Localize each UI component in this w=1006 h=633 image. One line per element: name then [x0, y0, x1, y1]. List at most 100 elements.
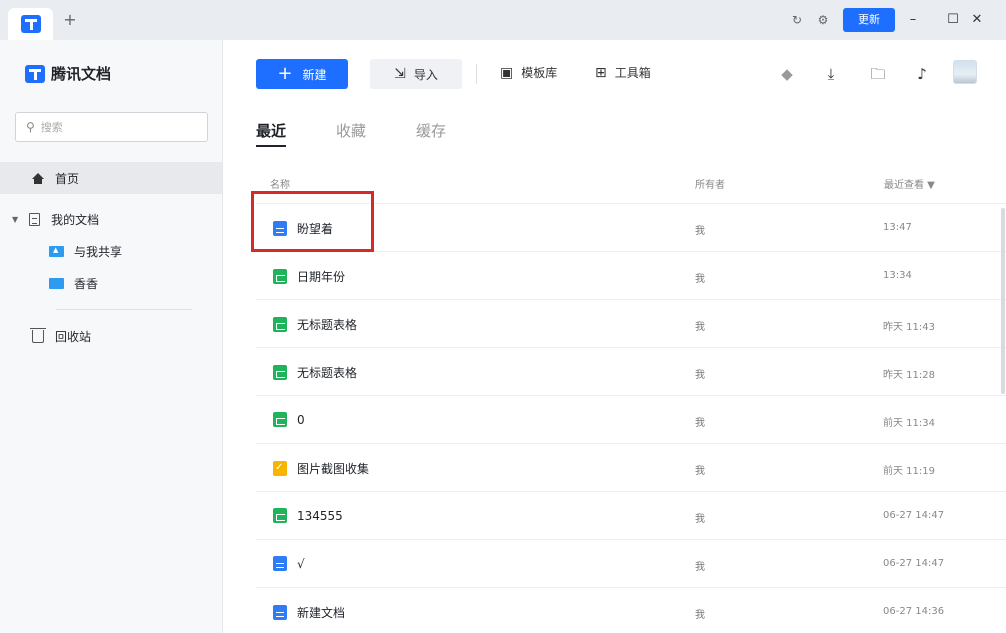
new-button[interactable]: + 新建 [256, 59, 348, 89]
import-button-label: 导入 [413, 67, 438, 82]
sidebar-item-trash[interactable]: 回收站 [30, 328, 91, 345]
trash-icon [30, 328, 46, 344]
file-owner: 我 [695, 322, 705, 333]
file-last-viewed: 13:47 [883, 222, 912, 233]
file-name-cell[interactable]: 图片截图收集 [273, 460, 369, 477]
file-owner: 我 [695, 610, 705, 621]
sidebar-item-label: 与我共享 [74, 245, 123, 259]
file-name-cell[interactable]: 134555 [273, 508, 343, 523]
collect-form-icon [273, 461, 287, 476]
table-row[interactable]: 134555 我 06-27 14:47 [256, 491, 1006, 539]
file-name-cell[interactable]: √ [273, 556, 305, 571]
table-row[interactable]: 日期年份 我 13:34 [256, 251, 1006, 299]
sidebar-item-my-docs[interactable]: ▼ 我的文档 [12, 211, 99, 228]
search-input[interactable] [40, 120, 191, 134]
chevron-down-icon[interactable]: ▼ [12, 215, 18, 224]
file-name-cell[interactable]: 日期年份 [273, 268, 345, 285]
red-highlight-box [251, 191, 374, 252]
file-last-viewed: 06-27 14:36 [883, 606, 945, 617]
file-last-viewed: 06-27 14:47 [883, 510, 945, 521]
column-header-last-viewed[interactable]: 最近查看 ▼ [884, 176, 935, 191]
folder-icon [49, 277, 64, 291]
file-owner: 我 [695, 466, 705, 477]
update-button[interactable]: 更新 [843, 8, 895, 32]
avatar[interactable] [953, 60, 977, 84]
grid-icon: ⊞ [595, 64, 607, 81]
tab-favorites[interactable]: 收藏 [336, 120, 366, 148]
table-row[interactable]: 无标题表格 我 昨天 11:43 [256, 299, 1006, 347]
plus-icon: + [277, 63, 293, 84]
scrollbar[interactable] [1001, 208, 1005, 394]
doc-file-icon [273, 605, 287, 620]
download-icon[interactable]: ⤓ [821, 64, 841, 84]
table-row[interactable]: √ 我 06-27 14:47 [256, 539, 1006, 587]
doc-file-icon [273, 556, 287, 571]
maximize-button[interactable]: ☐ [940, 8, 966, 32]
file-owner: 我 [695, 274, 705, 285]
template-label: 模板库 [521, 66, 558, 80]
brand-name: 腾讯文档 [51, 65, 112, 83]
table-row[interactable]: 无标题表格 我 昨天 11:28 [256, 347, 1006, 395]
sidebar-item-shared[interactable]: 与我共享 [49, 243, 122, 260]
sidebar-divider [56, 309, 192, 310]
new-button-label: 新建 [302, 67, 327, 82]
close-button[interactable]: ✕ [964, 8, 990, 32]
file-name-cell[interactable]: 无标题表格 [273, 316, 357, 333]
file-name-cell[interactable]: 0 [273, 412, 305, 427]
sidebar: 腾讯文档 ⚲ 首页 ▼ 我的文档 与我共享 香香 回收站 [0, 40, 223, 633]
settings-icon[interactable]: ⚙ [813, 10, 833, 30]
file-name: 134555 [297, 508, 343, 523]
file-name-cell[interactable]: 无标题表格 [273, 364, 357, 381]
table-row[interactable]: 图片截图收集 我 前天 11:19 [256, 443, 1006, 491]
main-content: + 新建 ⇲ 导入 ▣ 模板库 ⊞ 工具箱 ◆ ⤓ 🗀 ♪ 最近 收藏 缓存 名… [224, 40, 1006, 633]
file-name-cell[interactable]: 新建文档 [273, 604, 345, 621]
refresh-icon[interactable]: ↻ [787, 10, 807, 30]
file-name: 0 [297, 412, 305, 427]
brand[interactable]: 腾讯文档 [25, 63, 111, 84]
title-bar: + ↻ ⚙ 更新 – ☐ ✕ [0, 0, 1006, 40]
file-name: √ [297, 556, 305, 571]
search-box[interactable]: ⚲ [15, 112, 208, 142]
file-last-viewed: 昨天 11:43 [883, 322, 935, 333]
sidebar-item-label: 我的文档 [51, 213, 100, 227]
file-owner: 我 [695, 226, 705, 237]
table-row[interactable]: 0 我 前天 11:34 [256, 395, 1006, 443]
toolbar-divider [476, 64, 477, 84]
file-name: 无标题表格 [297, 366, 358, 380]
bell-icon[interactable]: ♪ [912, 64, 932, 84]
table-row[interactable]: 新建文档 我 06-27 14:36 [256, 587, 1006, 633]
template-icon: ▣ [500, 64, 514, 81]
file-last-viewed: 昨天 11:28 [883, 370, 935, 381]
sheet-file-icon [273, 317, 287, 332]
toolbox-button[interactable]: ⊞ 工具箱 [595, 64, 651, 81]
file-owner: 我 [695, 418, 705, 429]
doc-tabs: 最近 收藏 缓存 [256, 120, 496, 148]
folder-open-icon[interactable]: 🗀 [868, 64, 888, 84]
search-icon: ⚲ [26, 120, 35, 134]
file-last-viewed: 前天 11:19 [883, 466, 935, 477]
minimize-button[interactable]: – [900, 8, 926, 32]
sidebar-item-label: 首页 [55, 171, 80, 186]
template-library-button[interactable]: ▣ 模板库 [500, 64, 557, 81]
sheet-file-icon [273, 412, 287, 427]
tencent-docs-logo-icon [25, 64, 45, 83]
sheet-file-icon [273, 365, 287, 380]
file-name: 新建文档 [297, 606, 346, 620]
file-name: 无标题表格 [297, 318, 358, 332]
tencent-docs-logo-icon [20, 15, 41, 33]
add-tab-button[interactable]: + [60, 10, 80, 30]
import-button[interactable]: ⇲ 导入 [370, 59, 462, 89]
app-tab[interactable] [8, 8, 53, 40]
tab-recent[interactable]: 最近 [256, 120, 287, 148]
sidebar-item-home[interactable]: 首页 [0, 162, 222, 194]
file-name: 日期年份 [297, 270, 346, 284]
file-last-viewed: 前天 11:34 [883, 418, 935, 429]
diamond-icon[interactable]: ◆ [777, 64, 797, 84]
file-owner: 我 [695, 562, 705, 573]
import-icon: ⇲ [394, 66, 406, 82]
file-last-viewed: 13:34 [883, 270, 912, 281]
sidebar-item-folder[interactable]: 香香 [49, 275, 98, 292]
sidebar-item-label: 香香 [74, 277, 99, 291]
toolbox-label: 工具箱 [614, 66, 651, 80]
tab-cache[interactable]: 缓存 [416, 120, 446, 148]
